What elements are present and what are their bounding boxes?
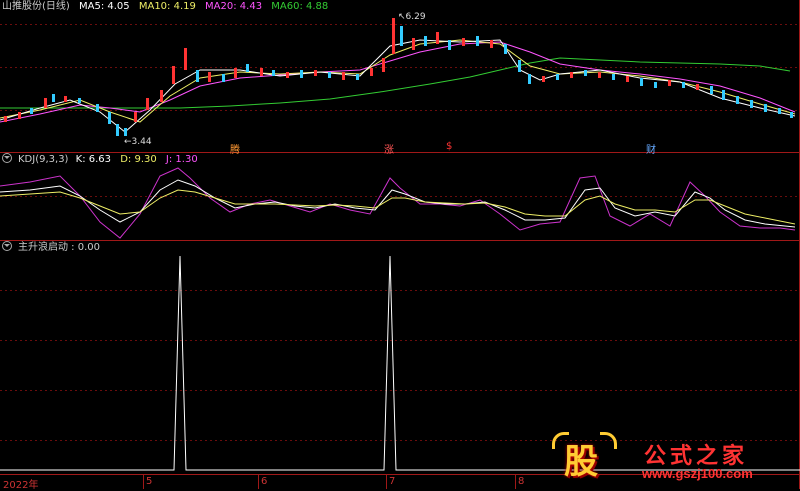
indicator-name: 主升浪启动 : 0.00 [18, 242, 100, 253]
candles [4, 18, 793, 136]
ma20-value: MA20: 4.43 [205, 1, 263, 12]
watermark-url: www.gszj100.com [642, 466, 753, 481]
main-panel-header: 山推股份(日线) MA5: 4.05 MA10: 4.19 MA20: 4.43… [2, 0, 334, 14]
kdj-panel-header: KDJ(9,3,3) K: 6.63 D: 9.30 J: 1.30 [2, 153, 204, 167]
high-price-label: ↖6.29 [398, 12, 426, 22]
x-axis-ticks [143, 474, 516, 489]
low-price-label: ←3.44 [124, 137, 152, 147]
signal-marker: $ [446, 141, 453, 152]
x-axis-label: 8 [518, 476, 525, 487]
kdj-name: KDJ(9,3,3) [18, 154, 69, 165]
signal-marker: 腾 [230, 145, 240, 156]
ma60-value: MA60: 4.88 [271, 1, 329, 12]
collapse-icon[interactable] [2, 241, 12, 251]
x-axis-label: 7 [389, 476, 396, 487]
kdj-j-line [0, 167, 796, 239]
grid-lines [0, 0, 800, 489]
site-watermark: 股 公式之家 www.gszj100.com [548, 432, 788, 488]
ma10-value: MA10: 4.19 [138, 1, 196, 12]
chart-canvas [0, 0, 800, 489]
kdj-j-value: J: 1.30 [165, 154, 198, 165]
collapse-icon[interactable] [2, 153, 12, 163]
stock-name: 山推股份(日线) [2, 1, 70, 12]
ma60-line [0, 57, 791, 109]
ma5-value: MA5: 4.05 [79, 1, 130, 12]
signal-marker: 涨 [384, 145, 394, 156]
kdj-k-value: K: 6.63 [75, 154, 112, 165]
x-axis-label: 5 [146, 476, 153, 487]
indicator-panel-header: 主升浪启动 : 0.00 [2, 241, 106, 255]
bull-logo: 股 [564, 442, 598, 482]
bull-horn-right-icon [600, 432, 617, 449]
kdj-d-value: D: 9.30 [120, 154, 157, 165]
kdj-d-line [0, 189, 796, 225]
x-axis-label: 6 [261, 476, 268, 487]
ma5-line [0, 39, 796, 133]
kdj-k-line [0, 179, 796, 228]
signal-marker: 财 [646, 145, 656, 156]
